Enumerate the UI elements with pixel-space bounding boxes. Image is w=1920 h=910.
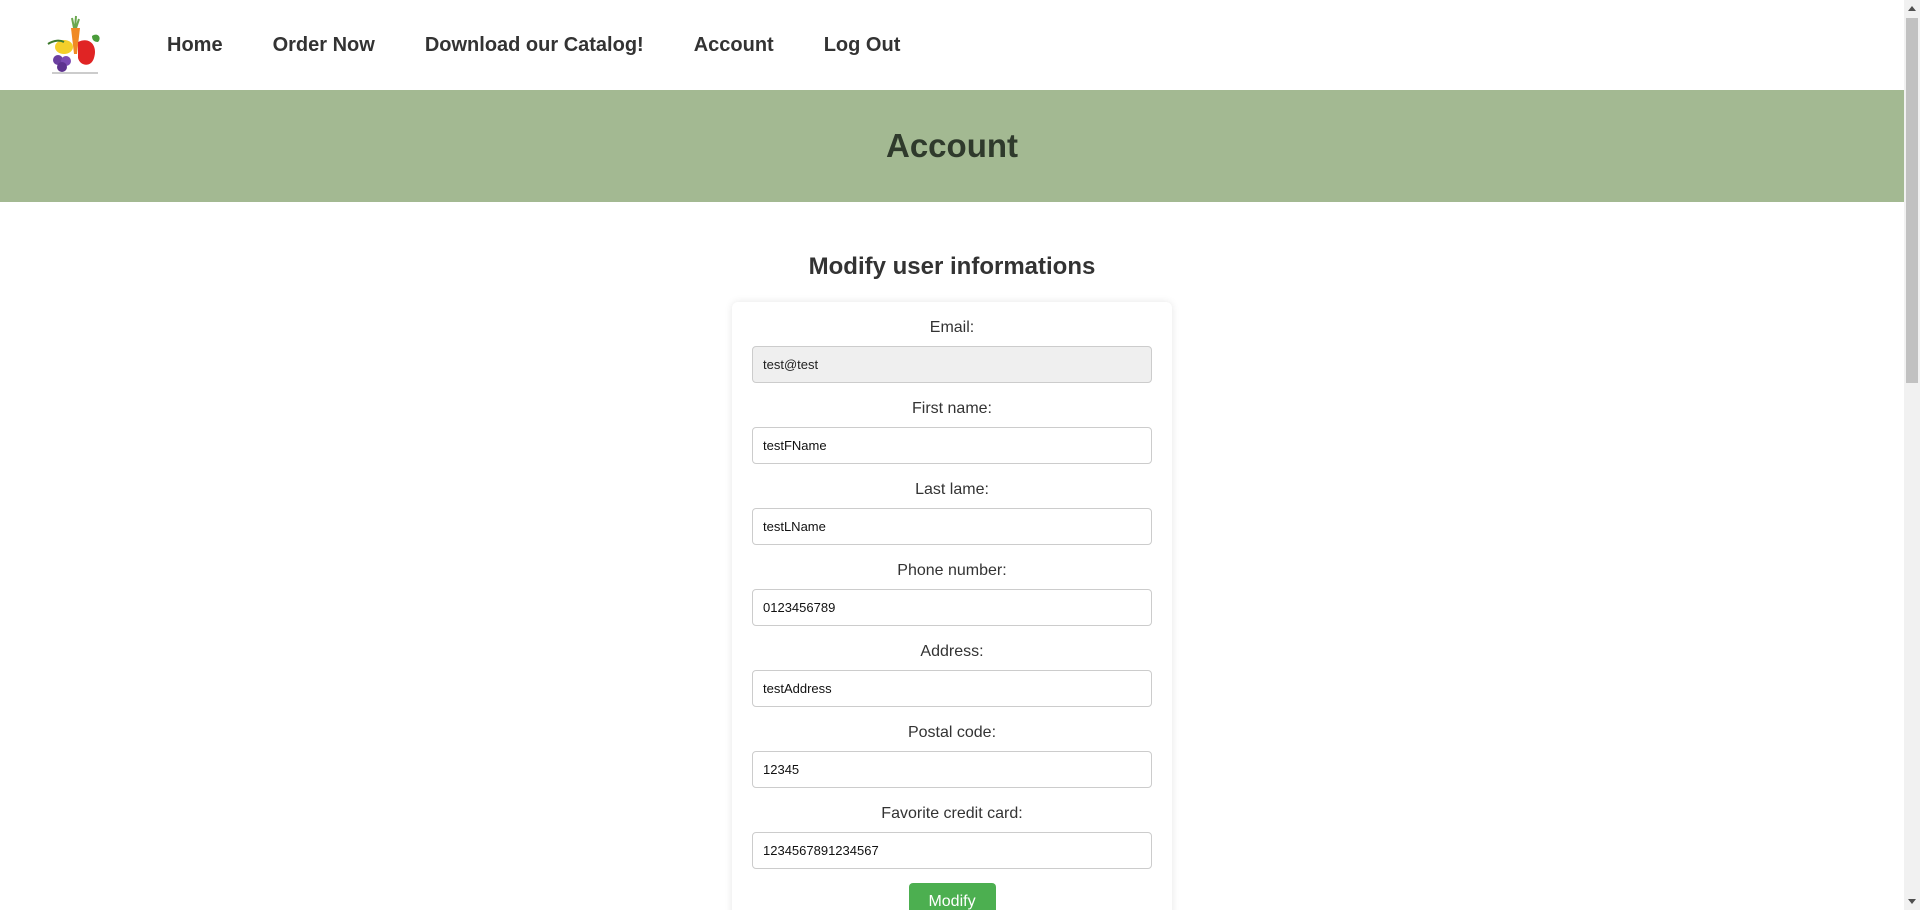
page-title: Account (886, 127, 1018, 164)
address-field[interactable] (752, 670, 1152, 707)
credit-card-label: Favorite credit card: (881, 805, 1023, 822)
modify-user-form: Email: First name: Last lame: Phone numb… (732, 302, 1172, 910)
last-name-field[interactable] (752, 508, 1152, 545)
site-header: Home Order Now Download our Catalog! Acc… (0, 0, 1904, 90)
phone-number-field[interactable] (752, 589, 1152, 626)
page: Home Order Now Download our Catalog! Acc… (0, 0, 1920, 910)
scroll-up-arrow-icon[interactable] (1904, 0, 1920, 16)
nav-log-out-link[interactable]: Log Out (824, 34, 901, 57)
scroll-down-arrow-icon[interactable] (1904, 894, 1920, 910)
page-banner: Account (0, 90, 1904, 202)
phone-number-label: Phone number: (897, 562, 1007, 579)
address-label: Address: (920, 643, 984, 660)
nav-home-link[interactable]: Home (167, 34, 223, 57)
nav-order-now-link[interactable]: Order Now (273, 34, 375, 57)
nav-account-link[interactable]: Account (694, 34, 774, 57)
site-logo-icon[interactable] (44, 14, 106, 76)
nav-download-catalog-link[interactable]: Download our Catalog! (425, 34, 644, 57)
postal-code-label: Postal code: (907, 724, 997, 741)
main-nav: Home Order Now Download our Catalog! Acc… (167, 0, 950, 90)
first-name-label: First name: (911, 400, 992, 417)
scrollbar-thumb[interactable] (1906, 18, 1918, 383)
first-name-field[interactable] (752, 427, 1152, 464)
section-title: Modify user informations (808, 253, 1096, 280)
email-field[interactable] (752, 346, 1152, 383)
postal-code-field[interactable] (752, 751, 1152, 788)
last-name-label: Last lame: (915, 481, 989, 498)
page-scrollbar[interactable] (1904, 0, 1920, 910)
credit-card-field[interactable] (752, 832, 1152, 869)
modify-button[interactable]: Modify (908, 883, 996, 910)
email-label: Email: (929, 319, 975, 336)
